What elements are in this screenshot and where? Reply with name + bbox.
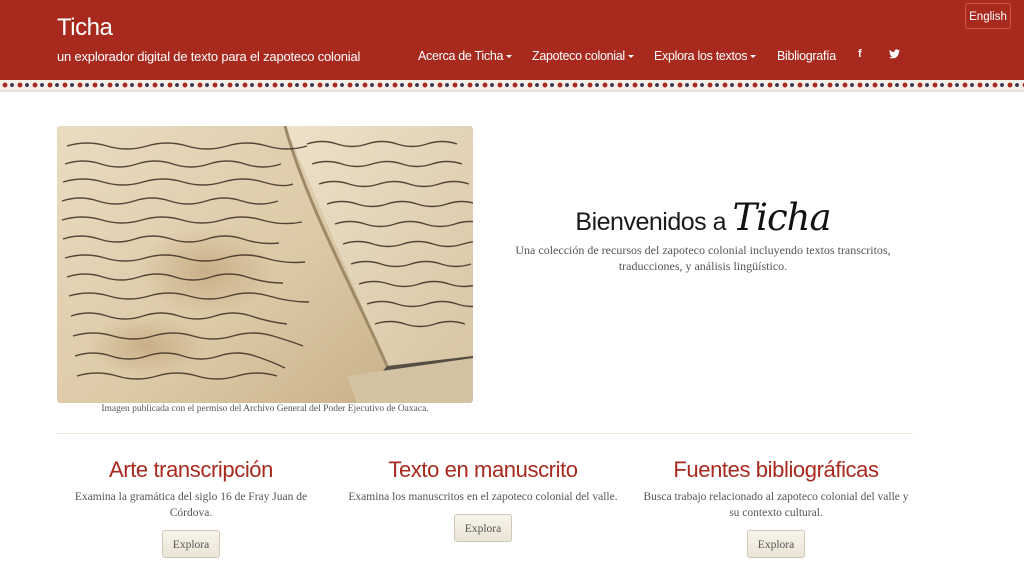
explora-button[interactable]: Explora	[454, 514, 512, 542]
welcome-prefix: Bienvenidos a	[575, 208, 726, 236]
site-title[interactable]: Ticha	[57, 14, 113, 42]
caret-down-icon	[506, 55, 513, 59]
explora-button[interactable]: Explora	[162, 530, 220, 558]
welcome-heading: Bienvenidos a Ticha	[510, 196, 896, 239]
decorative-border-line	[0, 90, 1024, 92]
nav-item-label: Explora los textos	[654, 49, 748, 63]
feature-title[interactable]: Arte transcripción	[55, 455, 327, 485]
section-divider	[57, 433, 913, 434]
manuscript-illustration	[57, 126, 473, 403]
explora-button[interactable]: Explora	[747, 530, 805, 558]
nav-item-label: Acerca de Ticha	[418, 49, 504, 63]
facebook-icon[interactable]: f	[858, 48, 862, 60]
feature-title[interactable]: Fuentes bibliográficas	[640, 455, 912, 485]
feature-description: Examina los manuscritos en el zapoteco c…	[348, 491, 618, 503]
nav-item-bibliografia[interactable]: Bibliografía	[777, 49, 836, 63]
caret-down-icon	[750, 55, 757, 59]
nav-item-acerca[interactable]: Acerca de Ticha	[418, 49, 513, 63]
feature-manuscrito: Texto en manuscrito Examina los manuscri…	[347, 455, 619, 542]
twitter-icon[interactable]	[889, 48, 900, 60]
decorative-border	[0, 80, 1024, 90]
image-caption: Imagen publicada con el permiso del Arch…	[101, 404, 429, 414]
nav-item-label: Zapoteco colonial	[532, 49, 625, 63]
nav-item-label: Bibliografía	[777, 49, 836, 63]
language-button[interactable]: English	[965, 3, 1011, 29]
feature-description: Examina la gramática del siglo 16 de Fra…	[74, 491, 308, 519]
feature-fuentes: Fuentes bibliográficas Busca trabajo rel…	[640, 455, 912, 558]
manuscript-image	[57, 126, 473, 403]
nav-item-zapoteco[interactable]: Zapoteco colonial	[532, 49, 634, 63]
nav-item-explora[interactable]: Explora los textos	[654, 49, 757, 63]
feature-title[interactable]: Texto en manuscrito	[347, 455, 619, 485]
site-subtitle: un explorador digital de texto para el z…	[57, 49, 361, 64]
welcome-ticha-script: Ticha	[732, 196, 831, 239]
feature-description: Busca trabajo relacionado al zapoteco co…	[643, 491, 909, 519]
welcome-description: Una colección de recursos del zapoteco c…	[515, 243, 891, 273]
feature-arte: Arte transcripción Examina la gramática …	[55, 455, 327, 558]
caret-down-icon	[627, 55, 634, 59]
top-navbar: Ticha un explorador digital de texto par…	[0, 0, 1024, 80]
